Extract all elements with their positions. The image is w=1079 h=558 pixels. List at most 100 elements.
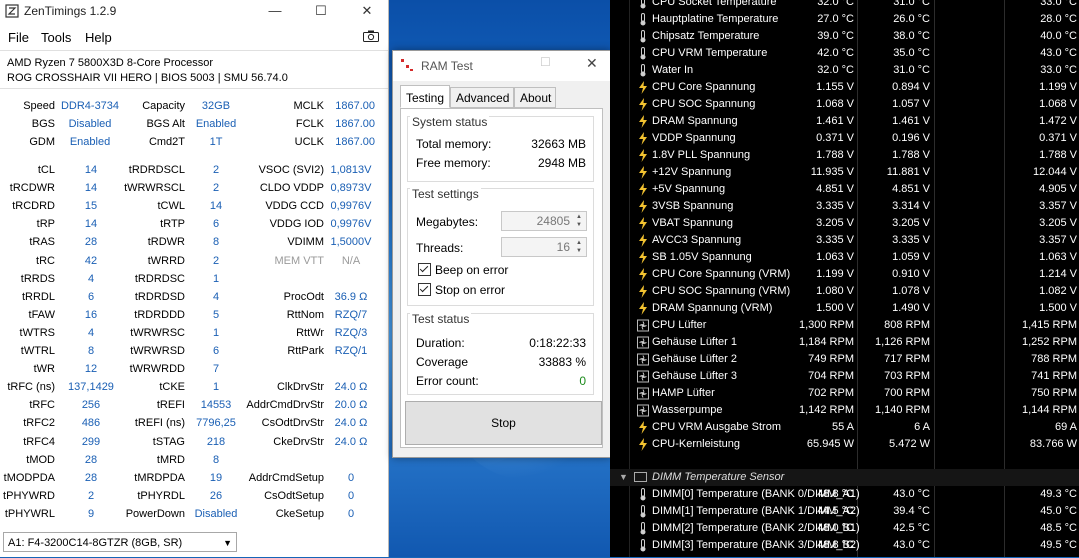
- minimize-button[interactable]: —: [252, 0, 298, 22]
- threads-stepper[interactable]: 16 ▲ ▼: [501, 237, 587, 257]
- sensor-row[interactable]: CPU Socket Temperature 32.0 °C 31.0 °C 33.0…: [610, 0, 1079, 11]
- sensor-value-max: 1,144 RPM: [1021, 404, 1077, 416]
- zentimings-window: ZenTimings 1.2.9 — ☐ ✕ File Tools Help A…: [0, 0, 389, 557]
- sensor-row[interactable]: DRAM Spannung 1.461 V 1.461 V 1.472 V: [610, 113, 1079, 130]
- bolt-icon: [637, 200, 649, 213]
- sensor-row[interactable]: HAMP Lüfter 702 RPM 700 RPM 750 RPM: [610, 385, 1079, 402]
- timing-value: 24.0 Ω: [334, 435, 368, 448]
- cpu-name: AMD Ryzen 7 5800X3D 8-Core Processor: [7, 57, 214, 69]
- timing-value: 15: [84, 200, 98, 213]
- timing-label: tREFI: [156, 399, 185, 412]
- sensor-row[interactable]: DIMM[0] Temperature (BANK 0/DIMM_A1) 48.8…: [610, 486, 1079, 503]
- menu-tools[interactable]: Tools: [41, 30, 71, 45]
- sensor-row[interactable]: CPU SOC Spannung (VRM) 1.080 V 1.078 V 1.08…: [610, 283, 1079, 300]
- sensor-row[interactable]: CPU Core Spannung 1.155 V 0.894 V 1.199 V: [610, 79, 1079, 96]
- tab-about[interactable]: About: [514, 87, 556, 108]
- sensor-row[interactable]: CPU Lüfter 1,300 RPM 808 RPM 1,415 RPM: [610, 317, 1079, 334]
- bolt-icon: [637, 183, 649, 196]
- ramtest-app-icon: [401, 59, 413, 71]
- menu-help[interactable]: Help: [85, 30, 112, 45]
- sensor-row[interactable]: Gehäuse Lüfter 3 704 RPM 703 RPM 741 RPM: [610, 368, 1079, 385]
- sensor-value-min: 1,140 RPM: [874, 404, 930, 416]
- timing-label: tWRRD: [147, 254, 185, 267]
- sensor-row[interactable]: CPU Core Spannung (VRM) 1.199 V 0.910 V 1.2…: [610, 266, 1079, 283]
- sensor-row[interactable]: +12V Spannung 11.935 V 11.881 V 12.044 V: [610, 164, 1079, 181]
- timing-label: Capacity: [142, 100, 185, 112]
- timing-label: tRRDS: [20, 272, 55, 285]
- megabytes-stepper[interactable]: 24805 ▲ ▼: [501, 211, 587, 231]
- sensor-row[interactable]: DIMM[1] Temperature (BANK 1/DIMM_A2) 44.5…: [610, 503, 1079, 520]
- timing-value: N/A: [341, 254, 361, 267]
- sensor-value-max: 49.5 °C: [1040, 539, 1077, 551]
- timing-value: 1,5000V: [330, 236, 372, 249]
- fan-icon: [637, 387, 649, 400]
- stop-on-error-checkbox[interactable]: Stop on error: [418, 283, 505, 297]
- window-title: RAM Test: [421, 59, 473, 73]
- spin-arrows-icon[interactable]: ▲ ▼: [573, 213, 585, 229]
- sensor-row[interactable]: 3VSB Spannung 3.335 V 3.314 V 3.357 V: [610, 198, 1079, 215]
- menu-file[interactable]: File: [8, 30, 29, 45]
- sensor-row[interactable]: CPU VRM Ausgabe Strom 55 A 6 A 69 A: [610, 419, 1079, 436]
- sensor-row[interactable]: +5V Spannung 4.851 V 4.851 V 4.905 V: [610, 181, 1079, 198]
- timing-label: VDDG CCD: [265, 200, 324, 213]
- timing-label: FCLK: [295, 118, 324, 130]
- stop-on-error-label: Stop on error: [435, 283, 506, 297]
- sensor-value-max: 33.0 °C: [1040, 64, 1077, 76]
- maximize-button[interactable]: ☐: [298, 0, 344, 22]
- timing-label: tWTRL: [20, 345, 55, 357]
- sensor-row[interactable]: VDDP Spannung 0.371 V 0.196 V 0.371 V: [610, 130, 1079, 147]
- timing-label: VDIMM: [287, 236, 324, 249]
- tab-testing[interactable]: Testing: [400, 85, 450, 108]
- close-button[interactable]: ✕: [344, 0, 390, 22]
- sensor-value-max: 1.082 V: [1039, 285, 1077, 297]
- sensor-row[interactable]: CPU-Kernleistung 65.945 W 5.472 W 83.766 W: [610, 436, 1079, 453]
- sensor-row[interactable]: SB 1.05V Spannung 1.063 V 1.059 V 1.063 V: [610, 249, 1079, 266]
- sensor-row[interactable]: CPU VRM Temperature 42.0 °C 35.0 °C 43.0 °C: [610, 45, 1079, 62]
- zentimings-titlebar: ZenTimings 1.2.9 — ☐ ✕: [0, 0, 388, 22]
- chevron-down-icon[interactable]: ▼: [619, 469, 628, 486]
- sensor-row[interactable]: DRAM Spannung (VRM) 1.500 V 1.490 V 1.500 V: [610, 300, 1079, 317]
- sensor-row[interactable]: Gehäuse Lüfter 1 1,184 RPM 1,126 RPM 1,252 …: [610, 334, 1079, 351]
- sensor-row[interactable]: Hauptplatine Temperature 27.0 °C 26.0 °C 28…: [610, 11, 1079, 28]
- sensor-name: CPU VRM Temperature: [652, 47, 768, 59]
- sensor-name: DRAM Spannung: [652, 115, 738, 127]
- sensor-row[interactable]: Water In 32.0 °C 31.0 °C 33.0 °C: [610, 62, 1079, 79]
- timing-value: 32GB: [201, 100, 231, 112]
- sensor-row[interactable]: Gehäuse Lüfter 2 749 RPM 717 RPM 788 RPM: [610, 351, 1079, 368]
- sensor-row[interactable]: DIMM[2] Temperature (BANK 2/DIMM_B1) 48.0…: [610, 520, 1079, 537]
- sensor-value-current: 1.063 V: [816, 251, 854, 263]
- timing-label: tFAW: [28, 308, 55, 321]
- timing-label: tMRD: [156, 453, 185, 466]
- sensor-value-current: 1,184 RPM: [798, 336, 854, 348]
- sensor-row[interactable]: VBAT Spannung 3.205 V 3.205 V 3.205 V: [610, 215, 1079, 232]
- sensor-row[interactable]: DIMM[3] Temperature (BANK 3/DIMM_B2) 48.8…: [610, 537, 1079, 554]
- sensor-row[interactable]: CPU SOC Spannung 1.068 V 1.057 V 1.068 V: [610, 96, 1079, 113]
- sensor-value-current: 1.500 V: [816, 302, 854, 314]
- camera-icon[interactable]: [363, 30, 379, 42]
- test-status-group: Test status Duration: 0:18:22:33 Coverag…: [407, 312, 594, 395]
- tab-advanced[interactable]: Advanced: [450, 87, 514, 108]
- sensor-value-current: 1.788 V: [816, 149, 854, 161]
- sensor-row[interactable]: Wasserpumpe 1,142 RPM 1,140 RPM 1,144 RPM: [610, 402, 1079, 419]
- sensor-value-min: 1.057 V: [892, 98, 930, 110]
- beep-on-error-checkbox[interactable]: Beep on error: [418, 263, 508, 277]
- sensor-row[interactable]: Chipsatz Temperature 39.0 °C 38.0 °C 40.0 °…: [610, 28, 1079, 45]
- free-memory-value: 2948 MB: [537, 156, 586, 170]
- timing-label: VSOC (SVI2): [258, 164, 324, 176]
- sensor-row[interactable]: 1.8V PLL Spannung 1.788 V 1.788 V 1.788 V: [610, 147, 1079, 164]
- sensor-value-max: 3.357 V: [1039, 234, 1077, 246]
- timing-label: tRTP: [160, 218, 185, 231]
- close-button[interactable]: ✕: [586, 55, 598, 72]
- sensor-group-header[interactable]: ▼ DIMM Temperature Sensor: [610, 469, 1079, 486]
- timing-value: 256: [81, 399, 101, 412]
- sensor-row[interactable]: AVCC3 Spannung 3.335 V 3.335 V 3.357 V: [610, 232, 1079, 249]
- sensor-value-max: 788 RPM: [1031, 353, 1077, 365]
- sensor-value-current: 48.0 °C: [817, 522, 854, 534]
- thermometer-icon: [637, 13, 649, 26]
- spin-arrows-icon[interactable]: ▲ ▼: [573, 239, 585, 255]
- timing-value: 4: [87, 326, 95, 339]
- timing-label: tWRWRSCL: [124, 182, 185, 195]
- bolt-icon: [637, 115, 649, 128]
- stop-button[interactable]: Stop: [405, 401, 602, 445]
- dimm-select[interactable]: A1: F4-3200C14-8GTZR (8GB, SR) ▼: [3, 532, 237, 552]
